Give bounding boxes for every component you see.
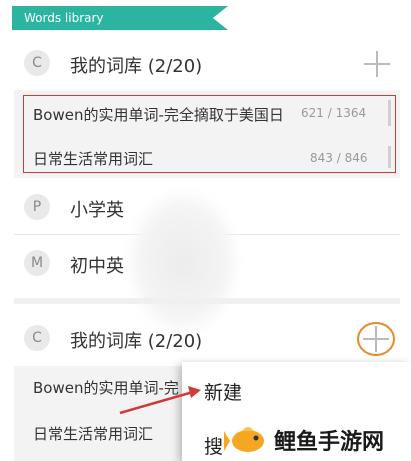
- fish-logo-icon: [224, 427, 264, 452]
- site-watermark: 鲤鱼手游网: [222, 418, 411, 461]
- watermark-text: 鲤鱼手游网: [274, 430, 385, 455]
- annotation-arrow-icon: [119, 386, 201, 415]
